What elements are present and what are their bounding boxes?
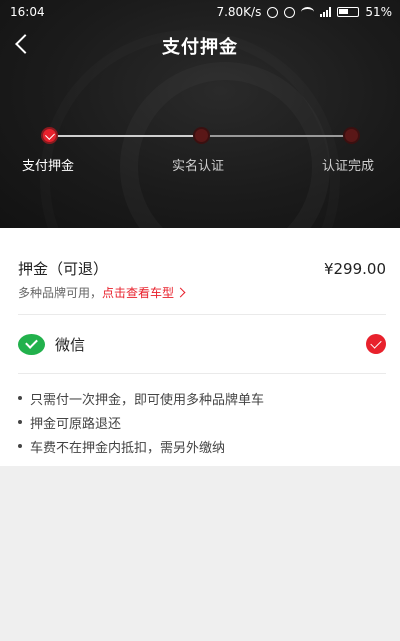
brand-info: 多种品牌可用，点击查看车型: [18, 284, 186, 301]
deposit-row: 押金（可退） ¥299.00: [18, 258, 386, 279]
step-dot-verify-identity: [193, 127, 210, 144]
battery-level: 51%: [365, 5, 392, 19]
battery-icon: [337, 7, 360, 17]
step-dot-pay-deposit: [41, 127, 58, 144]
header-background: 16:04 7.80K/s 51% 支付押金 支付押金 实名认证 认证完成: [0, 0, 400, 228]
view-models-link[interactable]: 点击查看车型: [102, 286, 186, 300]
divider: [18, 314, 386, 315]
status-bar: 16:04 7.80K/s 51%: [0, 0, 400, 24]
step-label-complete: 认证完成: [322, 159, 375, 174]
note-text: 押金可原路退还: [30, 416, 122, 432]
alarm-icon: [284, 6, 296, 18]
step-connector: [201, 135, 351, 137]
bullet-icon: [18, 396, 22, 400]
network-speed: 7.80K/s: [216, 5, 262, 19]
bullet-icon: [18, 420, 22, 424]
step-dot-complete: [343, 127, 360, 144]
note-item: 押金可原路退还: [18, 410, 386, 434]
payment-method-label: 微信: [55, 335, 86, 354]
step-connector: [49, 135, 201, 137]
deposit-notes: 只需付一次押金，即可使用多种品牌单车 押金可原路退还 车费不在押金内抵扣，需另外…: [18, 386, 386, 458]
sync-icon: [267, 6, 279, 18]
chevron-right-icon: [175, 287, 186, 298]
wechat-icon: [18, 333, 45, 355]
wifi-icon: [301, 7, 315, 17]
payment-method-wechat[interactable]: 微信: [18, 326, 386, 362]
note-item: 车费不在押金内抵扣，需另外缴纳: [18, 434, 386, 458]
divider: [18, 373, 386, 374]
deposit-title: 押金（可退）: [18, 260, 109, 278]
view-models-link-label: 点击查看车型: [102, 286, 175, 300]
page-title: 支付押金: [162, 37, 238, 58]
step-label-verify-identity: 实名认证: [172, 159, 225, 174]
progress-steps: 支付押金 实名认证 认证完成: [0, 120, 400, 180]
note-text: 车费不在押金内抵扣，需另外缴纳: [30, 440, 226, 456]
deposit-card: 押金（可退） ¥299.00 多种品牌可用，点击查看车型 微信 只需付一次押金，…: [0, 228, 400, 466]
brand-text: 多种品牌可用，: [18, 286, 103, 300]
navigation-bar: 支付押金: [0, 24, 400, 68]
step-label-pay-deposit: 支付押金: [22, 159, 75, 174]
bullet-icon: [18, 444, 22, 448]
deposit-amount: ¥299.00: [323, 259, 386, 278]
note-item: 只需付一次押金，即可使用多种品牌单车: [18, 386, 386, 410]
signal-icon: [320, 7, 332, 17]
back-arrow-icon[interactable]: [15, 34, 35, 54]
status-time: 16:04: [10, 5, 45, 19]
status-icons: 7.80K/s 51%: [216, 5, 392, 19]
radio-checked-icon[interactable]: [366, 334, 386, 354]
check-icon: [45, 130, 55, 140]
note-text: 只需付一次押金，即可使用多种品牌单车: [30, 392, 265, 408]
